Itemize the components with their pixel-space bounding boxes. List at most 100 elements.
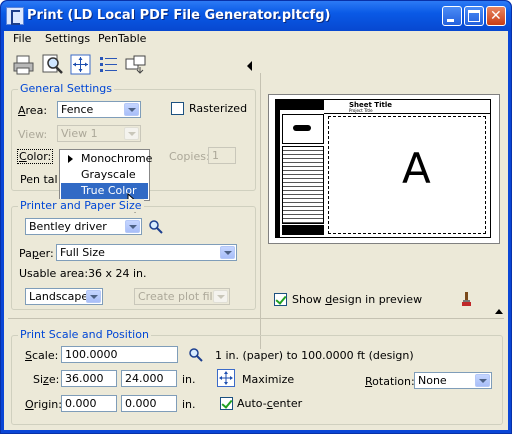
- size-height-value: 24.000: [125, 372, 164, 385]
- sheet-subtitle: Project Title: [349, 108, 373, 113]
- paper-value: Full Size: [60, 246, 105, 259]
- orientation-dropdown[interactable]: Landscape: [25, 288, 103, 305]
- sheet-top-block: [280, 100, 324, 110]
- scale-description: 1 in. (paper) to 100.0000 ft (design): [215, 349, 414, 362]
- origin-y-field[interactable]: 0.000: [121, 395, 177, 412]
- title-bar[interactable]: Print (LD Local PDF File Generator.pltcf…: [1, 1, 511, 31]
- copies-label: Copies:: [169, 150, 210, 163]
- autocenter-label: Auto-center: [237, 397, 303, 410]
- brush-icon[interactable]: [458, 290, 474, 308]
- fit-arrows-icon: [70, 54, 91, 75]
- menu-settings[interactable]: Settings: [45, 32, 90, 45]
- printer-icon: [13, 55, 34, 75]
- sheet-title-block: Sheet Title Project Title: [324, 100, 490, 114]
- color-option-monochrome[interactable]: Monochrome: [61, 151, 152, 167]
- size-height-field[interactable]: 24.000: [121, 370, 177, 387]
- menu-file[interactable]: File: [13, 32, 31, 45]
- usable-area-label: Usable area:: [19, 267, 89, 280]
- autocenter-checkbox[interactable]: [220, 397, 233, 410]
- collapse-left-arrow-icon[interactable]: [247, 61, 252, 71]
- area-label: Area:: [18, 104, 48, 117]
- minimize-button[interactable]: [442, 6, 462, 26]
- window-title: Print (LD Local PDF File Generator.pltcf…: [27, 8, 331, 23]
- preview-sheet: Sheet Title Project Title A: [275, 99, 491, 238]
- pen-table-label: Pen tal: [20, 173, 58, 186]
- menu-bar: File Settings PenTable: [4, 31, 508, 49]
- rotation-label: Rotation:: [365, 375, 415, 388]
- area-value: Fence: [61, 103, 94, 116]
- printer-paper-title: Printer and Paper Size: [18, 199, 144, 212]
- sheet-bottom-block: [282, 225, 324, 235]
- chevron-down-icon[interactable]: [124, 127, 139, 140]
- show-design-label: Show design in preview: [292, 293, 423, 306]
- menu-pentable[interactable]: PenTable: [98, 32, 146, 45]
- close-button[interactable]: ✕: [486, 6, 506, 26]
- origin-x-value: 0.000: [65, 397, 97, 410]
- sheet-left-border: [276, 100, 280, 237]
- view-label: View:: [18, 128, 48, 141]
- collapse-up-arrow-icon[interactable]: [495, 309, 503, 314]
- origin-unit: in.: [182, 398, 196, 411]
- microstation-app-icon: [6, 7, 24, 25]
- rasterized-checkbox[interactable]: [171, 102, 184, 115]
- layout-button[interactable]: [124, 53, 148, 77]
- area-dropdown[interactable]: Fence: [57, 101, 141, 118]
- sheet-logo-block: [282, 114, 324, 144]
- chevron-down-icon[interactable]: [86, 290, 101, 303]
- color-option-grayscale[interactable]: Grayscale: [61, 167, 148, 183]
- close-icon: ✕: [490, 8, 502, 24]
- sheet-logo-mark: [293, 125, 311, 131]
- paper-dropdown[interactable]: Full Size: [56, 244, 237, 261]
- sheet-big-letter: A: [402, 144, 431, 193]
- print-dialog-window: Print (LD Local PDF File Generator.pltcf…: [0, 0, 512, 434]
- general-settings-title: General Settings: [18, 82, 114, 95]
- view-dropdown[interactable]: View 1: [57, 125, 141, 142]
- dialog-client-area: File Settings PenTable General Settings …: [4, 31, 508, 430]
- list-button[interactable]: [97, 53, 121, 77]
- maximize-label: Maximize: [242, 373, 295, 386]
- magnifier-page-icon: [42, 54, 63, 74]
- scale-position-title: Print Scale and Position: [18, 328, 151, 341]
- chevron-down-icon[interactable]: [213, 290, 228, 303]
- usable-area-value: 36 x 24 in.: [88, 267, 147, 280]
- selected-triangle-icon: [68, 155, 73, 163]
- chevron-down-icon[interactable]: [125, 220, 140, 233]
- chevron-down-icon[interactable]: [124, 103, 139, 116]
- copies-value: 1: [212, 149, 219, 162]
- pane-divider: [260, 73, 261, 349]
- show-design-checkbox[interactable]: [274, 293, 287, 306]
- view-value: View 1: [61, 127, 98, 140]
- paper-label: Paper:: [19, 247, 54, 260]
- minimize-icon: [447, 19, 454, 22]
- scale-label: Scale:: [25, 349, 59, 362]
- window-layout-icon: [125, 55, 146, 74]
- search-icon[interactable]: [148, 219, 164, 235]
- print-preview-pane: Sheet Title Project Title A: [268, 94, 500, 244]
- maximize-icon: [468, 10, 480, 22]
- scale-value: 100.0000: [65, 348, 118, 361]
- maximize-button[interactable]: [464, 6, 484, 26]
- scale-field[interactable]: 100.0000: [61, 346, 178, 363]
- origin-x-field[interactable]: 0.000: [61, 395, 117, 412]
- rotation-dropdown[interactable]: None: [414, 372, 492, 389]
- fit-button[interactable]: [69, 53, 93, 77]
- create-plot-file-dropdown[interactable]: Create plot file: [134, 288, 230, 305]
- size-label: Size:: [33, 373, 60, 386]
- size-width-field[interactable]: 36.000: [61, 370, 117, 387]
- print-button[interactable]: [12, 53, 36, 77]
- search-icon[interactable]: [188, 347, 204, 363]
- list-icon: [100, 57, 117, 72]
- toolbar: [4, 51, 508, 79]
- printer-driver-value: Bentley driver: [29, 220, 107, 233]
- chevron-down-icon[interactable]: [475, 374, 490, 387]
- copies-field[interactable]: 1: [208, 147, 236, 164]
- preview-button[interactable]: [41, 53, 65, 77]
- printer-driver-dropdown[interactable]: Bentley driver: [25, 218, 142, 235]
- size-unit: in.: [182, 373, 196, 386]
- maximize-arrows-icon[interactable]: [217, 369, 235, 387]
- sheet-notes-block: [282, 146, 324, 224]
- origin-label: Origin:: [25, 398, 62, 411]
- origin-y-value: 0.000: [125, 397, 157, 410]
- chevron-down-icon[interactable]: [220, 246, 235, 259]
- create-plot-file-value: Create plot file: [138, 290, 220, 303]
